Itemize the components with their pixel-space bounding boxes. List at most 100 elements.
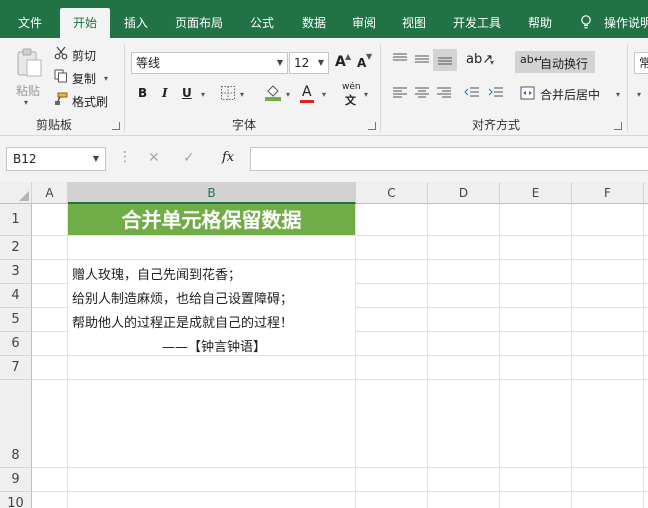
gridline bbox=[356, 283, 648, 284]
wrap-text-button[interactable]: 自动换行 bbox=[540, 55, 588, 72]
gridline bbox=[32, 467, 648, 468]
tell-me-search[interactable]: 操作说明 bbox=[604, 8, 648, 38]
shrink-font-button[interactable]: A bbox=[357, 56, 366, 70]
clipboard-dialog-launcher[interactable] bbox=[112, 122, 120, 130]
paste-button[interactable]: 粘贴 bbox=[16, 82, 40, 99]
align-left-icon[interactable] bbox=[392, 86, 408, 100]
merge-center-dropdown-icon[interactable]: ▾ bbox=[616, 90, 620, 99]
phonetic-guide-button[interactable]: 文 bbox=[345, 92, 356, 108]
copy-dropdown-icon[interactable]: ▾ bbox=[104, 74, 108, 83]
tab-developer[interactable]: 开发工具 bbox=[446, 8, 508, 38]
font-size-combo[interactable]: 12 ▼ bbox=[289, 52, 329, 74]
cell-b5[interactable]: 帮助他人的过程正是成就自己的过程！ bbox=[72, 312, 293, 331]
font-color-swatch bbox=[300, 100, 314, 103]
shrink-font-icon: ▼ bbox=[366, 52, 373, 61]
tab-insert[interactable]: 插入 bbox=[114, 8, 158, 38]
row-header-7[interactable]: 7 bbox=[0, 356, 32, 380]
italic-button[interactable]: I bbox=[162, 86, 168, 100]
row-header-2[interactable]: 2 bbox=[0, 236, 32, 260]
bold-button[interactable]: B bbox=[138, 86, 147, 100]
font-name-dropdown-icon[interactable]: ▼ bbox=[277, 53, 283, 73]
row-header-9[interactable]: 9 bbox=[0, 468, 32, 492]
column-header-b[interactable]: B bbox=[68, 182, 356, 204]
tab-data[interactable]: 数据 bbox=[292, 8, 336, 38]
gridline bbox=[32, 259, 648, 260]
tab-view[interactable]: 视图 bbox=[392, 8, 436, 38]
column-header-e[interactable]: E bbox=[500, 182, 572, 204]
name-box-dropdown-icon[interactable]: ▼ bbox=[93, 148, 99, 170]
cell-b6[interactable]: ——【钟言钟语】 bbox=[162, 336, 266, 355]
gridline bbox=[499, 204, 500, 508]
tab-file[interactable]: 文件 bbox=[8, 8, 52, 38]
borders-dropdown-icon[interactable]: ▾ bbox=[240, 90, 244, 99]
align-top-icon[interactable] bbox=[392, 52, 408, 66]
tab-help[interactable]: 帮助 bbox=[518, 8, 562, 38]
tab-home[interactable]: 开始 bbox=[60, 8, 110, 38]
formula-input[interactable] bbox=[250, 147, 648, 171]
row-header-1[interactable]: 1 bbox=[0, 204, 32, 236]
alignment-dialog-launcher[interactable] bbox=[614, 122, 622, 130]
insert-function-button[interactable]: fx bbox=[222, 150, 234, 165]
tab-review[interactable]: 审阅 bbox=[342, 8, 386, 38]
row-header-3[interactable]: 3 bbox=[0, 260, 32, 284]
column-header-g[interactable] bbox=[644, 182, 648, 204]
paste-dropdown-icon[interactable]: ▾ bbox=[24, 98, 28, 107]
copy-button[interactable]: 复制 bbox=[72, 70, 96, 87]
row-header-8[interactable]: 8 bbox=[0, 380, 32, 468]
font-color-button[interactable]: A bbox=[302, 84, 312, 100]
gridline bbox=[32, 379, 648, 380]
gridline bbox=[32, 355, 648, 356]
gridline bbox=[32, 283, 68, 284]
decrease-indent-icon[interactable] bbox=[464, 86, 480, 100]
cut-button[interactable]: 剪切 bbox=[72, 47, 96, 64]
align-middle-icon[interactable] bbox=[414, 52, 430, 66]
alignment-group-label: 对齐方式 bbox=[472, 118, 521, 132]
column-header-f[interactable]: F bbox=[572, 182, 644, 204]
more-options-icon[interactable]: ⋮ bbox=[118, 149, 132, 165]
number-format-dropdown-icon[interactable]: ▾ bbox=[637, 90, 641, 99]
cell-b3[interactable]: 赠人玫瑰，自己先闻到花香； bbox=[72, 264, 241, 283]
column-header-a[interactable]: A bbox=[32, 182, 68, 204]
merge-center-button[interactable]: 合并后居中 bbox=[540, 86, 600, 103]
gridline bbox=[32, 307, 68, 308]
underline-button[interactable]: U bbox=[182, 86, 192, 100]
align-right-icon[interactable] bbox=[436, 86, 452, 100]
tab-page-layout[interactable]: 页面布局 bbox=[168, 8, 230, 38]
gridline bbox=[427, 204, 428, 508]
align-bottom-icon[interactable] bbox=[437, 52, 453, 66]
row-header-6[interactable]: 6 bbox=[0, 332, 32, 356]
increase-indent-icon[interactable] bbox=[488, 86, 504, 100]
fill-color-dropdown-icon[interactable]: ▾ bbox=[286, 90, 290, 99]
worksheet-grid[interactable]: A B C D E F 1 2 3 4 5 6 7 8 9 10 合并单元格保留… bbox=[0, 182, 648, 508]
gridline bbox=[571, 204, 572, 508]
column-header-d[interactable]: D bbox=[428, 182, 500, 204]
font-color-dropdown-icon[interactable]: ▾ bbox=[322, 90, 326, 99]
borders-icon[interactable] bbox=[220, 85, 236, 101]
tab-formulas[interactable]: 公式 bbox=[240, 8, 284, 38]
phonetic-dropdown-icon[interactable]: ▾ bbox=[364, 90, 368, 99]
underline-dropdown-icon[interactable]: ▾ bbox=[201, 90, 205, 99]
number-format-combo[interactable]: 常 bbox=[634, 52, 648, 74]
cell-b4[interactable]: 给别人制造麻烦，也给自己设置障碍； bbox=[72, 288, 293, 307]
column-header-c[interactable]: C bbox=[356, 182, 428, 204]
cancel-icon[interactable]: ✕ bbox=[148, 150, 160, 166]
enter-icon[interactable]: ✓ bbox=[183, 150, 195, 166]
fill-color-icon[interactable] bbox=[264, 83, 282, 101]
row-header-10[interactable]: 10 bbox=[0, 492, 32, 508]
font-name-combo[interactable]: 等线 ▼ bbox=[131, 52, 288, 74]
row-header-4[interactable]: 4 bbox=[0, 284, 32, 308]
select-all-corner[interactable] bbox=[0, 182, 32, 204]
align-center-icon[interactable] bbox=[414, 86, 430, 100]
ribbon-tab-bar: 文件 开始 插入 页面布局 公式 数据 审阅 视图 开发工具 帮助 操作说明 bbox=[0, 0, 648, 38]
font-dialog-launcher[interactable] bbox=[368, 122, 376, 130]
orientation-dropdown-icon[interactable]: ▾ bbox=[490, 58, 494, 67]
paste-icon[interactable] bbox=[14, 48, 44, 78]
lightbulb-icon[interactable] bbox=[580, 15, 592, 29]
format-painter-button[interactable]: 格式刷 bbox=[72, 93, 108, 110]
row-header-5[interactable]: 5 bbox=[0, 308, 32, 332]
gridline bbox=[32, 235, 648, 236]
font-size-dropdown-icon[interactable]: ▼ bbox=[318, 53, 324, 73]
gridline bbox=[355, 204, 356, 508]
merged-cell-b1[interactable]: 合并单元格保留数据 bbox=[68, 204, 355, 235]
name-box[interactable]: B12 ▼ bbox=[6, 147, 106, 171]
